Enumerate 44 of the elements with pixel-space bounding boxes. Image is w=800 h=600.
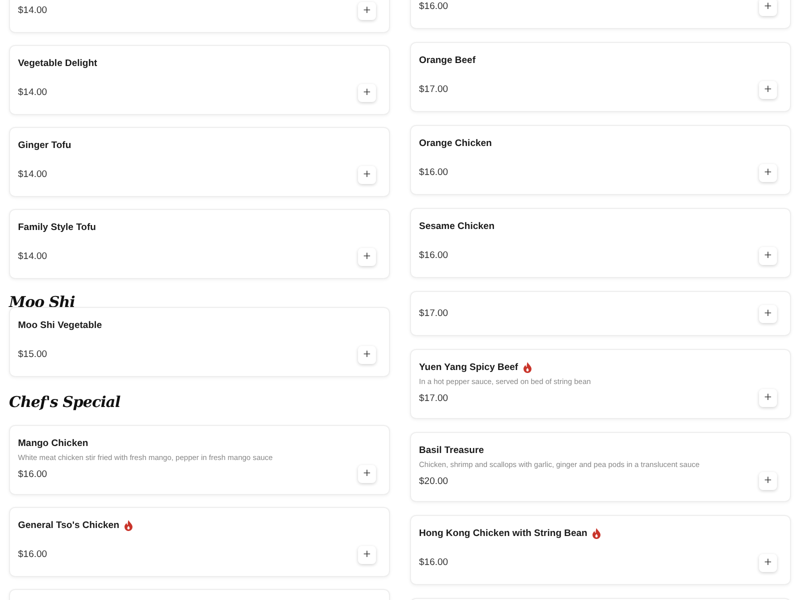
item-price: $16.00 (18, 468, 48, 480)
item-name: Basil Treasure (419, 444, 484, 457)
add-button[interactable]: + (759, 246, 777, 264)
add-button[interactable]: + (358, 346, 376, 364)
item-name: Hong Kong Chicken with String Bean (419, 527, 588, 540)
item-name: General Tso's Chicken (18, 519, 120, 532)
item-price: $17.00 (419, 307, 448, 320)
item-price: $20.00 (419, 474, 448, 488)
item-name: Moo Shi Vegetable (18, 319, 102, 332)
item-name: Sesame Chicken (419, 220, 495, 233)
item-name: Family Style Tofu (18, 221, 96, 234)
item-name: Ginger Tofu (18, 139, 72, 152)
item-price: $14.00 (18, 86, 48, 99)
item-price: $16.00 (419, 166, 448, 179)
item-price: $17.00 (419, 392, 448, 404)
add-button[interactable]: + (358, 2, 376, 20)
add-button[interactable]: + (358, 248, 376, 266)
item-name: Vegetable Delight (18, 57, 98, 70)
add-button[interactable]: + (358, 166, 376, 184)
item-price: $14.00 (18, 168, 48, 181)
section-heading: Chef's Special (9, 392, 120, 413)
section-heading: Moo Shi (9, 292, 75, 313)
item-price: $16.00 (419, 556, 448, 569)
item-price: $16.00 (419, 0, 448, 13)
add-button[interactable]: + (759, 164, 777, 182)
item-price: $17.00 (419, 83, 448, 96)
item-price: $16.00 (419, 249, 448, 262)
add-button[interactable]: + (759, 554, 777, 572)
add-button[interactable]: + (759, 389, 777, 407)
item-name: Orange Beef (419, 54, 476, 67)
add-button[interactable]: + (358, 546, 376, 564)
add-button[interactable]: + (759, 472, 777, 490)
add-button[interactable]: + (759, 80, 777, 98)
item-name: Orange Chicken (419, 137, 492, 150)
item-price: $14.00 (18, 4, 48, 17)
item-price: $14.00 (18, 250, 48, 263)
item-price: $16.00 (18, 548, 48, 561)
add-button[interactable]: + (358, 465, 376, 483)
add-button[interactable]: + (759, 304, 777, 322)
item-name: Yuen Yang Spicy Beef (419, 361, 518, 374)
add-button[interactable]: + (759, 0, 777, 16)
item-name: Mango Chicken (18, 437, 88, 450)
add-button[interactable]: + (358, 84, 376, 102)
item-price: $15.00 (18, 348, 48, 361)
